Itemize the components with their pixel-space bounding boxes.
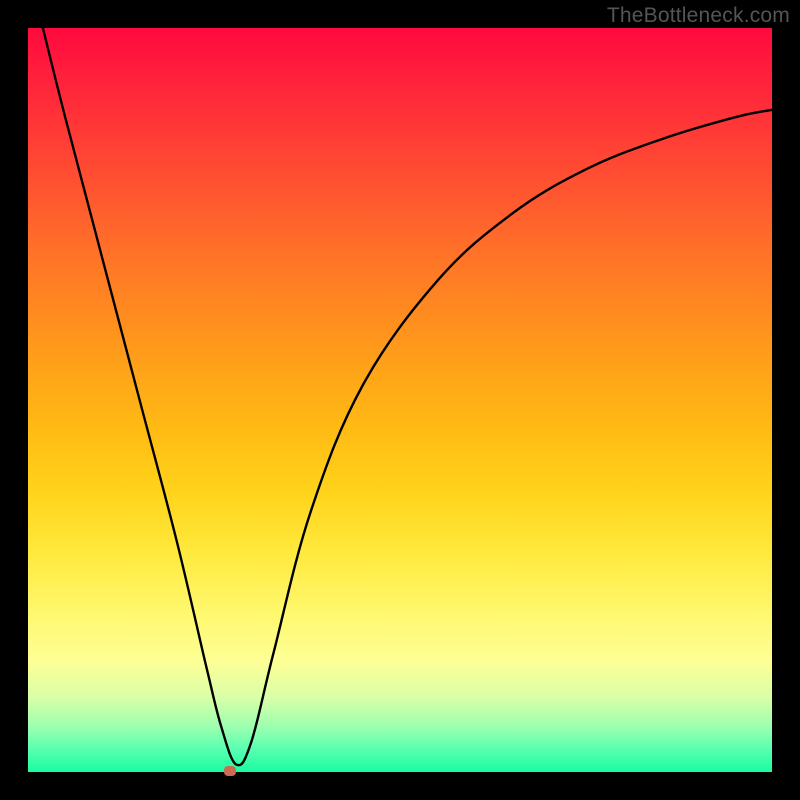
plot-area (28, 28, 772, 772)
curve-layer (28, 28, 772, 772)
bottleneck-curve (43, 28, 772, 765)
minimum-marker (224, 766, 236, 776)
watermark-text: TheBottleneck.com (607, 4, 790, 28)
chart-frame: TheBottleneck.com (0, 0, 800, 800)
